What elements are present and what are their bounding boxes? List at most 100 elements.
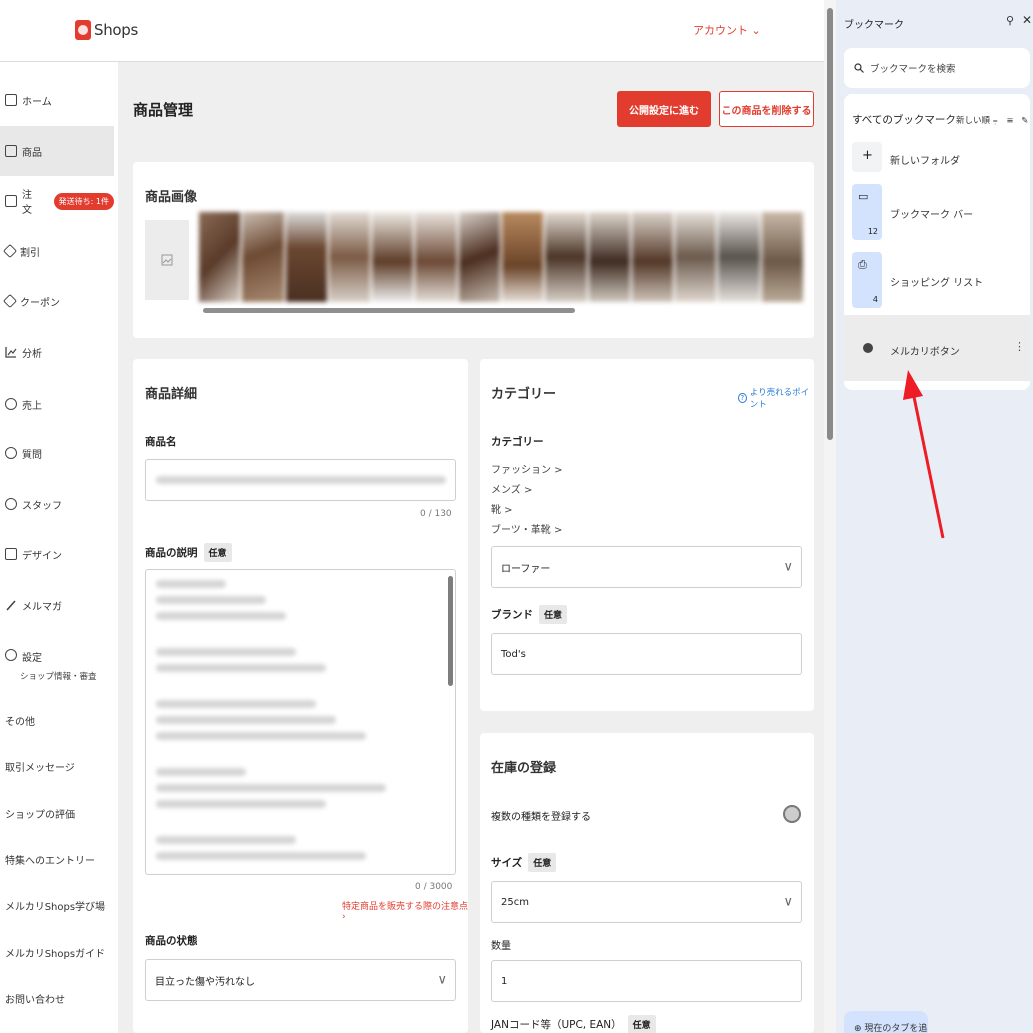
- add-current-tab-button[interactable]: ⊕ 現在のタブを追加: [844, 1011, 928, 1033]
- add-tab-label: 現在のタブを追加: [864, 1024, 928, 1033]
- more-options-icon[interactable]: ⋮: [1014, 340, 1025, 353]
- settings-sublabel: ショップ情報・審査: [20, 672, 97, 682]
- sort-menu[interactable]: 新しい順 ⩦ ≡ ✎: [956, 114, 1028, 126]
- category-path-item[interactable]: メンズ >: [491, 481, 563, 501]
- edit-icon[interactable]: ✎: [1021, 116, 1028, 126]
- pen-icon: [6, 600, 16, 611]
- brand-input[interactable]: Tod's: [491, 633, 802, 675]
- blurred-text: [156, 852, 366, 860]
- add-image-button[interactable]: [145, 220, 189, 300]
- product-image[interactable]: [545, 212, 587, 302]
- product-image[interactable]: [328, 212, 371, 302]
- link-messages[interactable]: 取引メッセージ: [5, 759, 75, 774]
- optional-tag: 任意: [528, 853, 557, 872]
- bookmark-item-mercari-button[interactable]: メルカリボタン ⋮: [844, 315, 1030, 381]
- bookmark-label: ショッピング リスト: [890, 278, 984, 289]
- product-name-input[interactable]: [145, 459, 456, 501]
- blurred-text: [156, 700, 316, 708]
- selling-tips-link[interactable]: ? より売れるポイント: [738, 386, 814, 410]
- shopping-bag-icon: ⎙: [858, 258, 867, 271]
- sidebar-item-sales[interactable]: 売上: [0, 379, 114, 429]
- search-icon: [854, 63, 864, 73]
- product-image[interactable]: [242, 212, 284, 302]
- product-image[interactable]: [588, 212, 630, 302]
- multi-variant-toggle[interactable]: [783, 805, 801, 823]
- pin-icon[interactable]: ⚲: [1006, 14, 1014, 27]
- sidebar-item-coupon[interactable]: クーポン: [0, 276, 114, 326]
- condition-select[interactable]: 目立った傷や汚れなし ∨: [145, 959, 456, 1001]
- list-view-icon[interactable]: ≡: [1006, 116, 1013, 126]
- sidebar-item-home[interactable]: ホーム: [0, 75, 114, 125]
- sidebar-item-orders[interactable]: 注文 発送待ち: 1件: [0, 176, 114, 226]
- product-image[interactable]: [458, 212, 500, 302]
- sidebar-item-label: 割引: [20, 247, 40, 259]
- section-other: その他: [5, 717, 35, 728]
- product-image[interactable]: [761, 212, 803, 302]
- product-image[interactable]: [718, 212, 760, 302]
- link-feature-entry[interactable]: 特集へのエントリー: [5, 852, 95, 867]
- sidebar-item-analytics[interactable]: 分析: [0, 327, 114, 377]
- product-image-strip[interactable]: [199, 212, 803, 302]
- logo-text: Shops: [94, 21, 139, 39]
- notice-link[interactable]: 特定商品を販売する際の注意点 ›: [342, 899, 468, 922]
- page-scrollbar[interactable]: [824, 0, 836, 1033]
- staff-icon: [5, 498, 17, 510]
- product-image[interactable]: [199, 212, 241, 302]
- top-bar: Shops アカウント ⌄: [0, 0, 824, 62]
- images-card: 商品画像: [133, 162, 814, 338]
- blurred-text: [156, 596, 266, 604]
- home-icon: [5, 94, 17, 106]
- sidebar-item-newsletter[interactable]: メルマガ: [0, 580, 114, 630]
- delete-product-button[interactable]: この商品を削除する: [719, 91, 814, 127]
- status-badge: 発送待ち: 1件: [53, 192, 114, 210]
- new-folder-item[interactable]: + 新しいフォルダ: [844, 142, 1030, 174]
- link-learning[interactable]: メルカリShops学び場: [5, 898, 105, 913]
- folder-icon-box: ▭ 12: [852, 184, 882, 240]
- link-text: より売れるポイント: [749, 388, 810, 410]
- sidebar-item-discount[interactable]: 割引: [0, 226, 114, 276]
- product-image[interactable]: [415, 212, 457, 302]
- blurred-text: [156, 612, 286, 620]
- product-image[interactable]: [372, 212, 414, 302]
- product-image[interactable]: [631, 212, 674, 302]
- account-menu[interactable]: アカウント ⌄: [693, 22, 761, 38]
- category-path-item[interactable]: ファッション >: [491, 461, 563, 481]
- link-contact[interactable]: お問い合わせ: [5, 991, 65, 1006]
- link-guide[interactable]: メルカリShopsガイド: [5, 945, 105, 960]
- sidebar-item-design[interactable]: デザイン: [0, 529, 114, 579]
- product-image[interactable]: [675, 212, 717, 302]
- textarea-scrollbar[interactable]: [448, 576, 453, 686]
- bookmark-folder-shopping[interactable]: ⎙ 4 ショッピング リスト: [844, 252, 1030, 310]
- bookmark-label: ブックマーク バー: [890, 210, 974, 221]
- select-value: 25cm: [501, 896, 529, 908]
- category-path-item[interactable]: 靴 >: [491, 501, 563, 521]
- label-text: サイズ: [491, 857, 523, 869]
- sidebar-item-label: 注文: [22, 190, 32, 216]
- coupon-icon: [2, 293, 18, 309]
- quantity-input[interactable]: 1: [491, 960, 802, 1002]
- description-textarea[interactable]: [145, 569, 456, 875]
- image-strip-scrollbar[interactable]: [203, 308, 575, 313]
- sidebar-item-staff[interactable]: スタッフ: [0, 479, 114, 529]
- product-image[interactable]: [501, 212, 544, 302]
- shops-logo[interactable]: Shops: [75, 20, 138, 40]
- page-scrollbar-thumb[interactable]: [827, 8, 833, 440]
- blurred-text: [156, 800, 326, 808]
- category-path-item[interactable]: ブーツ・革靴 >: [491, 521, 563, 541]
- sidebar: ホーム 商品 注文 発送待ち: 1件 割引 クーポン 分析 売上 質問 スタッフ…: [0, 62, 118, 1033]
- product-image[interactable]: [285, 212, 327, 302]
- size-select[interactable]: 25cm ∨: [491, 881, 802, 923]
- category-select[interactable]: ローファー ∨: [491, 546, 802, 588]
- publish-settings-button[interactable]: 公開設定に進む: [617, 91, 711, 127]
- close-icon[interactable]: ✕: [1022, 13, 1032, 27]
- category-label: カテゴリー: [491, 434, 544, 449]
- sidebar-item-questions[interactable]: 質問: [0, 428, 114, 478]
- jan-label: JANコード等（UPC, EAN） 任意: [491, 1015, 656, 1033]
- quantity-label: 数量: [491, 941, 511, 952]
- product-icon: [5, 145, 17, 157]
- sidebar-item-label: 質問: [22, 449, 42, 461]
- link-shop-reviews[interactable]: ショップの評価: [5, 806, 75, 821]
- bookmark-folder-bar[interactable]: ▭ 12 ブックマーク バー: [844, 184, 1030, 242]
- bookmark-search-input[interactable]: ブックマークを検索: [844, 48, 1030, 88]
- sidebar-item-products[interactable]: 商品: [0, 126, 114, 176]
